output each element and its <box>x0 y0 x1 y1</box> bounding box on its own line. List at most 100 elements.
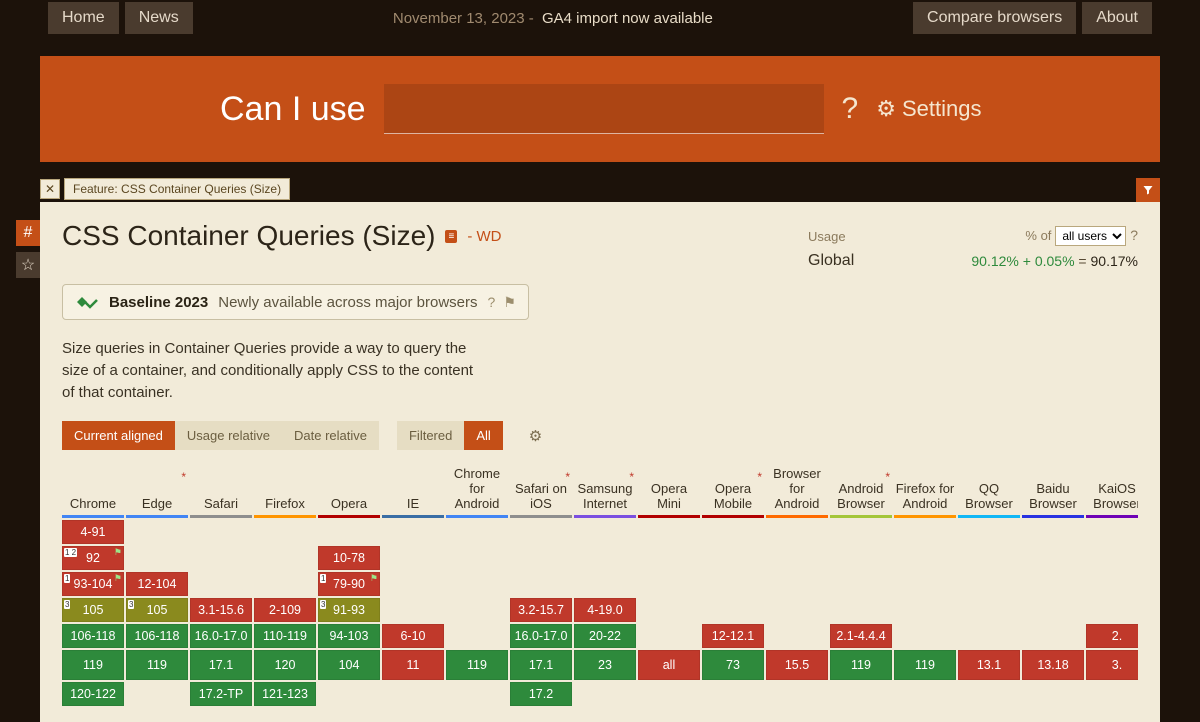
version-cell <box>1086 572 1138 596</box>
feedback-icon[interactable]: ⚑ <box>503 294 516 311</box>
version-cell[interactable]: 17.2 <box>510 682 572 706</box>
version-cell[interactable]: 1053 <box>126 598 188 622</box>
spec-status[interactable]: - WD <box>467 228 501 245</box>
version-cell[interactable]: 106-118 <box>126 624 188 648</box>
version-cell[interactable]: 120-122 <box>62 682 124 706</box>
usage-scope-select[interactable]: all users <box>1055 226 1126 246</box>
version-cell[interactable]: 17.1 <box>190 650 252 680</box>
baseline-status[interactable]: Baseline 2023 Newly available across maj… <box>62 284 529 320</box>
version-cell[interactable]: 16.0-17.0 <box>510 624 572 648</box>
version-cell[interactable]: all <box>638 650 700 680</box>
version-cell[interactable]: 3.2-15.7 <box>510 598 572 622</box>
version-cell[interactable]: 6-10 <box>382 624 444 648</box>
browser-header[interactable]: Safari on iOS* <box>510 464 572 518</box>
version-cell[interactable]: 2-109 <box>254 598 316 622</box>
gear-icon: ⚙ <box>876 96 896 122</box>
browser-header[interactable]: Firefox <box>254 464 316 518</box>
browser-header[interactable]: Safari <box>190 464 252 518</box>
version-cell[interactable]: 10-78 <box>318 546 380 570</box>
view-filtered[interactable]: Filtered <box>397 421 464 450</box>
version-cell[interactable]: 16.0-17.0 <box>190 624 252 648</box>
version-cell[interactable]: 104 <box>318 650 380 680</box>
version-cell[interactable]: 13.1 <box>958 650 1020 680</box>
version-cell[interactable]: 3. <box>1086 650 1138 680</box>
home-button[interactable]: Home <box>48 2 119 34</box>
browser-header[interactable]: QQ Browser <box>958 464 1020 518</box>
tab-close-button[interactable]: ✕ <box>40 179 60 199</box>
browser-header[interactable]: Chrome for Android <box>446 464 508 518</box>
browser-header[interactable]: Samsung Internet* <box>574 464 636 518</box>
view-current-aligned[interactable]: Current aligned <box>62 421 175 450</box>
browser-header[interactable]: UC Browser for Android <box>766 464 828 518</box>
browser-header[interactable]: Opera <box>318 464 380 518</box>
browser-header[interactable]: Chrome <box>62 464 124 518</box>
info-icon[interactable]: ? <box>488 294 496 311</box>
version-cell[interactable]: 119 <box>446 650 508 680</box>
browser-header[interactable]: Baidu Browser <box>1022 464 1084 518</box>
version-cell[interactable]: 79-901⚑ <box>318 572 380 596</box>
view-date-relative[interactable]: Date relative <box>282 421 379 450</box>
version-cell <box>894 598 956 622</box>
version-cell[interactable]: 12-104 <box>126 572 188 596</box>
news-banner[interactable]: November 13, 2023 - GA4 import now avail… <box>199 10 907 27</box>
view-settings-icon[interactable]: ⚙ <box>521 422 550 450</box>
browser-header[interactable]: Opera Mini <box>638 464 700 518</box>
version-cell[interactable]: 4-19.0 <box>574 598 636 622</box>
version-cell[interactable]: 110-119 <box>254 624 316 648</box>
browser-column: IE 6-1011 <box>382 464 444 706</box>
version-cell[interactable]: 119 <box>62 650 124 680</box>
version-cell[interactable]: 93-1041⚑ <box>62 572 124 596</box>
browser-header[interactable]: Firefox for Android <box>894 464 956 518</box>
favorite-tab[interactable]: ☆ <box>16 252 40 278</box>
version-cell[interactable]: 20-22 <box>574 624 636 648</box>
news-button[interactable]: News <box>125 2 193 34</box>
usage-help-icon[interactable]: ? <box>1130 227 1138 243</box>
version-cell[interactable]: 120 <box>254 650 316 680</box>
version-cell <box>190 520 252 544</box>
spec-icon: ≡ <box>445 230 457 243</box>
permalink-tab[interactable]: # <box>16 220 40 246</box>
compare-browsers-button[interactable]: Compare browsers <box>913 2 1076 34</box>
version-cell[interactable]: 106-118 <box>62 624 124 648</box>
flag-icon: ⚑ <box>370 573 378 584</box>
version-cell[interactable]: 2.1-4.4.4 <box>830 624 892 648</box>
version-cell[interactable]: 94-103 <box>318 624 380 648</box>
version-cell[interactable]: 119 <box>126 650 188 680</box>
tab-label: Feature: CSS Container Queries (Size) <box>73 182 281 196</box>
version-cell[interactable]: 91-933 <box>318 598 380 622</box>
version-cell[interactable]: 17.2-TP <box>190 682 252 706</box>
version-cell[interactable]: 23 <box>574 650 636 680</box>
version-cell <box>702 682 764 706</box>
settings-button[interactable]: ⚙ Settings <box>876 96 981 122</box>
news-headline: GA4 import now available <box>542 10 713 27</box>
browser-header[interactable]: Opera Mobile* <box>702 464 764 518</box>
browser-header[interactable]: IE <box>382 464 444 518</box>
version-cell[interactable]: 2. <box>1086 624 1138 648</box>
view-all[interactable]: All <box>464 421 502 450</box>
version-cell[interactable]: 73 <box>702 650 764 680</box>
version-cell[interactable]: 1053 <box>62 598 124 622</box>
version-cell[interactable]: 121-123 <box>254 682 316 706</box>
view-usage-relative[interactable]: Usage relative <box>175 421 282 450</box>
version-cell[interactable]: 13.18 <box>1022 650 1084 680</box>
browser-column: Samsung Internet* 4-19.020-2223 <box>574 464 636 706</box>
about-button[interactable]: About <box>1082 2 1152 34</box>
version-cell[interactable]: 17.1 <box>510 650 572 680</box>
search-input[interactable] <box>384 84 824 134</box>
browser-header[interactable]: Edge* <box>126 464 188 518</box>
browser-header[interactable]: KaiOS Browser <box>1086 464 1138 518</box>
pct-total: 90.17% <box>1091 253 1138 269</box>
version-cell[interactable]: 3.1-15.6 <box>190 598 252 622</box>
version-cell <box>958 520 1020 544</box>
feature-tab[interactable]: Feature: CSS Container Queries (Size) <box>64 178 290 200</box>
version-cell[interactable]: 119 <box>894 650 956 680</box>
version-cell[interactable]: 921 2⚑ <box>62 546 124 570</box>
version-cell[interactable]: 12-12.1 <box>702 624 764 648</box>
version-cell[interactable]: 119 <box>830 650 892 680</box>
feature-description: Size queries in Container Queries provid… <box>62 338 482 403</box>
version-cell[interactable]: 11 <box>382 650 444 680</box>
version-cell[interactable]: 4-91 <box>62 520 124 544</box>
version-cell[interactable]: 15.5 <box>766 650 828 680</box>
browser-header[interactable]: Android Browser* <box>830 464 892 518</box>
filter-icon[interactable] <box>1136 178 1160 202</box>
